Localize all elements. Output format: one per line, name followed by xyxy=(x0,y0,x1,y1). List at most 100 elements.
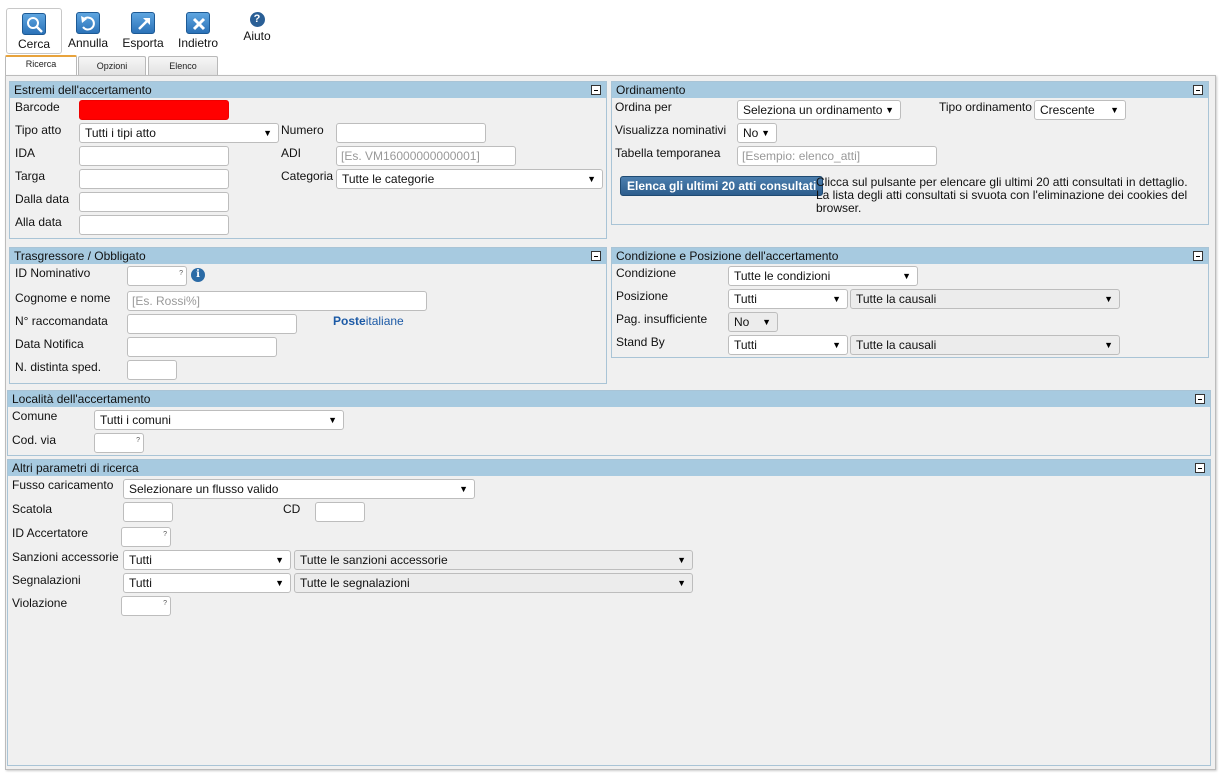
tipo-ordinamento-label: Tipo ordinamento xyxy=(939,100,1032,114)
visualizza-label: Visualizza nominativi xyxy=(615,123,727,137)
ordina-per-value: Seleziona un ordinamento xyxy=(743,103,883,117)
elenca-ultimi-button[interactable]: Elenca gli ultimi 20 atti consultati xyxy=(620,176,824,196)
collapse-icon[interactable] xyxy=(591,251,601,261)
comune-value: Tutti i comuni xyxy=(100,413,171,427)
standby-causali-value: Tutte la causali xyxy=(856,338,937,352)
dropdown-arrow-icon: ▼ xyxy=(328,415,337,425)
collapse-icon[interactable] xyxy=(591,85,601,95)
categoria-value: Tutte le categorie xyxy=(342,172,435,186)
dropdown-arrow-icon: ▼ xyxy=(832,294,841,304)
ordina-per-select[interactable]: Seleziona un ordinamento ▼ xyxy=(737,100,901,120)
condizione-title: Condizione e Posizione dell'accertamento xyxy=(616,249,839,263)
poste-italiane-logo: Posteitaliane xyxy=(333,314,404,328)
tabella-input[interactable]: [Esempio: elenco_atti] xyxy=(737,146,937,166)
annulla-button[interactable]: Annulla xyxy=(60,8,116,54)
dropdown-arrow-icon: ▼ xyxy=(832,340,841,350)
posizione-causali-value: Tutte la causali xyxy=(856,292,937,306)
dropdown-arrow-icon: ▼ xyxy=(587,174,596,184)
data-notifica-label: Data Notifica xyxy=(15,337,84,351)
scatola-input[interactable] xyxy=(123,502,173,522)
tipo-atto-value: Tutti i tipi atto xyxy=(85,126,156,140)
barcode-input[interactable] xyxy=(79,100,229,120)
tipo-atto-select[interactable]: Tutti i tipi atto ▼ xyxy=(79,123,279,143)
posizione-value: Tutti xyxy=(734,292,757,306)
ida-label: IDA xyxy=(15,146,36,160)
id-nominativo-input[interactable] xyxy=(127,265,187,286)
tab-ricerca[interactable]: Ricerca xyxy=(5,55,77,75)
raccomandata-label: N° raccomandata xyxy=(15,314,108,328)
dropdown-arrow-icon: ▼ xyxy=(885,105,894,115)
distinta-input[interactable] xyxy=(127,360,177,380)
posizione-causali-select[interactable]: Tutte la causali ▼ xyxy=(850,289,1120,309)
tabella-label: Tabella temporanea xyxy=(615,146,721,160)
data-notifica-input[interactable] xyxy=(127,337,277,357)
alla-data-input[interactable] xyxy=(79,215,229,235)
condizione-header: Condizione e Posizione dell'accertamento xyxy=(612,248,1208,264)
poste-logo-bold: Poste xyxy=(333,314,366,328)
targa-label: Targa xyxy=(15,169,46,183)
info-icon[interactable]: i xyxy=(191,268,205,282)
dropdown-arrow-icon: ▼ xyxy=(1104,294,1113,304)
violazione-input[interactable] xyxy=(121,595,171,616)
segnalazioni-detail-select[interactable]: Tutte le segnalazioni ▼ xyxy=(294,573,693,593)
segnalazioni-select[interactable]: Tutti ▼ xyxy=(123,573,291,593)
standby-select[interactable]: Tutti ▼ xyxy=(728,335,848,355)
toolbar: Cerca Annulla Esporta Indietro ? Aiuto xyxy=(0,0,300,56)
estremi-panel: Estremi dell'accertamento Barcode Tipo a… xyxy=(9,81,607,239)
dropdown-arrow-icon: ▼ xyxy=(263,128,272,138)
dropdown-arrow-icon: ▼ xyxy=(1104,340,1113,350)
collapse-icon[interactable] xyxy=(1193,85,1203,95)
collapse-icon[interactable] xyxy=(1193,251,1203,261)
dropdown-arrow-icon: ▼ xyxy=(1110,105,1119,115)
condizione-panel: Condizione e Posizione dell'accertamento… xyxy=(611,247,1209,358)
dalla-data-input[interactable] xyxy=(79,192,229,212)
comune-select[interactable]: Tutti i comuni ▼ xyxy=(94,410,344,430)
condizione-select[interactable]: Tutte le condizioni ▼ xyxy=(728,266,918,286)
categoria-label: Categoria xyxy=(281,169,334,183)
barcode-label: Barcode xyxy=(15,100,60,114)
segnalazioni-label: Segnalazioni xyxy=(12,573,81,587)
tab-opzioni[interactable]: Opzioni xyxy=(78,56,146,75)
sanzioni-select[interactable]: Tutti ▼ xyxy=(123,550,291,570)
dropdown-arrow-icon: ▼ xyxy=(275,555,284,565)
localita-panel: Località dell'accertamento Comune Tutti … xyxy=(7,390,1211,456)
id-accertatore-input[interactable] xyxy=(121,526,171,547)
collapse-icon[interactable] xyxy=(1195,394,1205,404)
cd-input[interactable] xyxy=(315,502,365,522)
indietro-button[interactable]: Indietro xyxy=(170,8,226,54)
numero-input[interactable] xyxy=(336,123,486,143)
visualizza-select[interactable]: No ▼ xyxy=(737,123,777,143)
condizione-label: Condizione xyxy=(616,266,677,280)
flusso-select[interactable]: Selezionare un flusso valido ▼ xyxy=(123,479,475,499)
sanzioni-label: Sanzioni accessorie xyxy=(12,550,119,564)
trasgressore-header: Trasgressore / Obbligato xyxy=(10,248,606,264)
esporta-button[interactable]: Esporta xyxy=(115,8,171,54)
altri-parametri-panel: Altri parametri di ricerca Fusso caricam… xyxy=(7,459,1211,766)
pag-insufficiente-select[interactable]: No ▼ xyxy=(728,312,778,332)
tab-elenco[interactable]: Elenco xyxy=(148,56,218,75)
annulla-label: Annulla xyxy=(67,36,109,50)
cod-via-label: Cod. via xyxy=(12,433,57,447)
posizione-select[interactable]: Tutti ▼ xyxy=(728,289,848,309)
ordinamento-panel: Ordinamento Ordina per Seleziona un ordi… xyxy=(611,81,1209,225)
categoria-select[interactable]: Tutte le categorie ▼ xyxy=(336,169,603,189)
ida-input[interactable] xyxy=(79,146,229,166)
alla-data-label: Alla data xyxy=(15,215,62,229)
raccomandata-input[interactable] xyxy=(127,314,297,334)
tipo-ordinamento-select[interactable]: Crescente ▼ xyxy=(1034,100,1126,120)
cerca-button[interactable]: Cerca xyxy=(6,8,62,54)
esporta-label: Esporta xyxy=(122,36,164,50)
aiuto-button[interactable]: ? Aiuto xyxy=(229,6,285,52)
pag-insufficiente-label: Pag. insufficiente xyxy=(616,312,708,326)
visualizza-value: No xyxy=(743,126,759,140)
altri-title: Altri parametri di ricerca xyxy=(12,461,139,475)
standby-causali-select[interactable]: Tutte la causali ▼ xyxy=(850,335,1120,355)
adi-input[interactable]: [Es. VM16000000000001] xyxy=(336,146,516,166)
targa-input[interactable] xyxy=(79,169,229,189)
cod-via-input[interactable] xyxy=(94,432,144,453)
collapse-icon[interactable] xyxy=(1195,463,1205,473)
id-nominativo-label: ID Nominativo xyxy=(15,266,91,280)
cognome-input[interactable]: [Es. Rossi%] xyxy=(127,291,427,311)
sanzioni-detail-select[interactable]: Tutte le sanzioni accessorie ▼ xyxy=(294,550,693,570)
ordinamento-header: Ordinamento xyxy=(612,82,1208,98)
